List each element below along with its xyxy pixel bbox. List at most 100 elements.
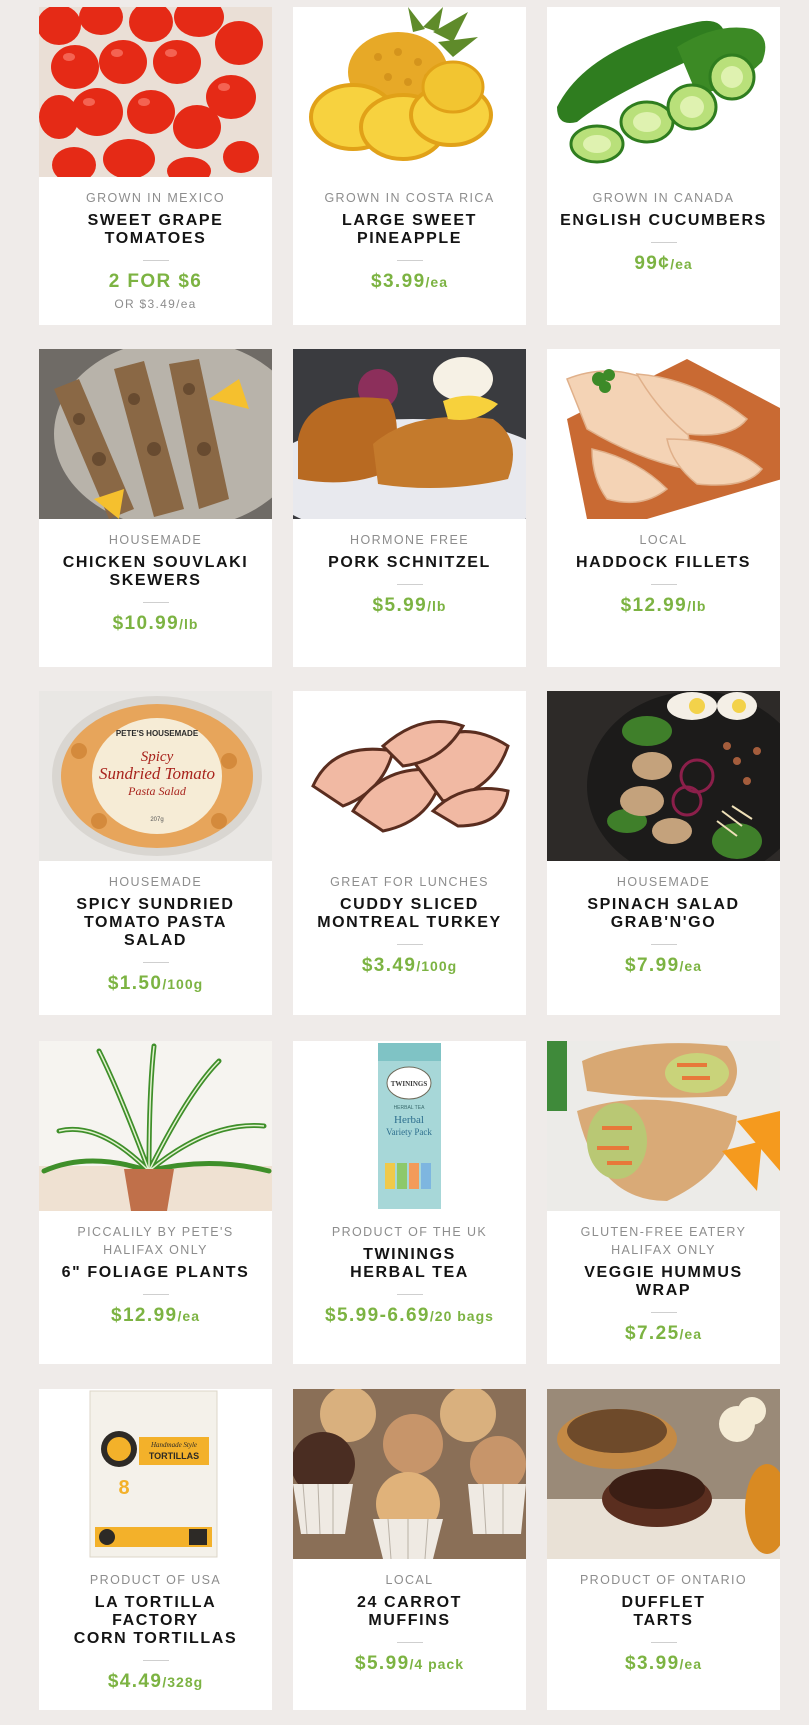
pasta-label-weight: 207g (150, 817, 163, 823)
product-info: Great for Lunches CUDDY SLICED MONTREAL … (293, 861, 526, 987)
price-unit: /ea (679, 1656, 702, 1672)
price-value: 99¢ (634, 253, 671, 274)
product-card[interactable]: Housemade CHICKEN SOUVLAKI SKEWERS $10.9… (39, 349, 272, 667)
price-value: $7.99 (624, 955, 680, 976)
pasta-salad-image[interactable]: PETE'S HOUSEMADE Spicy Sundried Tomato P… (39, 691, 272, 861)
product-origin: Product of the UK (331, 1225, 488, 1239)
spinach-salad-image[interactable] (547, 691, 780, 861)
product-name: SWEET GRAPE TOMATOES (87, 212, 224, 247)
divider (650, 242, 677, 243)
product-card[interactable]: Grown in Canada ENGLISH CUCUMBERS 99¢/ea (547, 7, 780, 325)
tarts-image[interactable] (547, 1389, 780, 1559)
price-value: $4.49 (107, 1671, 163, 1692)
price-unit: /lb (687, 598, 707, 614)
product-price: $10.99/lb (47, 613, 264, 635)
price-unit: /ea (679, 1326, 702, 1342)
product-origin: Grown in Canada (592, 191, 735, 205)
product-card[interactable]: Local 24 CARROT MUFFINS $5.99/4 pack (293, 1389, 526, 1710)
product-card[interactable]: TWININGS HERBAL TEA Herbal Variety Pack … (293, 1041, 526, 1364)
tea-label-brand: TWININGS (391, 1080, 428, 1088)
product-origin: Housemade (108, 533, 203, 547)
product-info: Local HADDOCK FILLETS $12.99/lb (547, 519, 780, 627)
product-origin-note: Halifax Only (103, 1243, 208, 1257)
product-name: HADDOCK FILLETS (575, 554, 752, 571)
product-card[interactable]: Product of Ontario DUFFLET TARTS $3.99/e… (547, 1389, 780, 1710)
tea-label-line3: Variety Pack (386, 1127, 432, 1137)
price-unit: /lb (179, 616, 199, 632)
product-card[interactable]: PETE'S HOUSEMADE Spicy Sundried Tomato P… (39, 691, 272, 1015)
divider (142, 962, 169, 963)
product-info: Product of the UK TWININGS HERBAL TEA $5… (293, 1211, 526, 1337)
price-note: OR $3.49/ea (114, 297, 197, 311)
product-card[interactable]: Piccalily by Pete's Halifax Only 6" FOLI… (39, 1041, 272, 1364)
product-name: 6" FOLIAGE PLANTS (61, 1264, 250, 1281)
divider (396, 260, 423, 261)
product-name: PORK SCHNITZEL (328, 554, 491, 571)
product-origin: Local (385, 1573, 434, 1587)
plant-image[interactable] (39, 1041, 272, 1211)
product-card[interactable]: Grown in Mexico SWEET GRAPE TOMATOES 2 F… (39, 7, 272, 325)
price-value: $7.25 (624, 1323, 680, 1344)
divider (650, 1312, 677, 1313)
product-price: $5.99-6.69/20 bags (301, 1305, 518, 1327)
product-name: SPICY SUNDRIED TOMATO PASTA SALAD (76, 896, 235, 949)
product-name: LA TORTILLA FACTORY CORN TORTILLAS (73, 1594, 238, 1647)
pasta-label-line3: Pasta Salad (127, 784, 187, 798)
product-origin: Hormone Free (350, 533, 469, 547)
price-value: $1.50 (107, 973, 163, 994)
grape-tomatoes-image[interactable] (39, 7, 272, 177)
price-unit: /ea (670, 256, 693, 272)
cucumber-image[interactable] (547, 7, 780, 177)
product-price: $5.99/lb (301, 595, 518, 617)
product-origin: Grown in Mexico (85, 191, 226, 205)
product-info: Housemade SPICY SUNDRIED TOMATO PASTA SA… (39, 861, 272, 1005)
divider (142, 1660, 169, 1661)
price-value: $12.99 (111, 1305, 178, 1326)
price-value: $3.49 (361, 955, 417, 976)
tortillas-image[interactable]: Handmade Style TORTILLAS 8 (39, 1389, 272, 1559)
product-info: Piccalily by Pete's Halifax Only 6" FOLI… (39, 1211, 272, 1337)
product-card[interactable]: Housemade SPINACH SALAD GRAB'N'GO $7.99/… (547, 691, 780, 1015)
price-unit: /ea (679, 958, 702, 974)
price-unit: /328g (162, 1674, 204, 1690)
price-value: $3.99 (624, 1653, 680, 1674)
product-price: $3.99/ea (555, 1653, 772, 1675)
product-info: Local 24 CARROT MUFFINS $5.99/4 pack (293, 1559, 526, 1685)
product-name: 24 CARROT MUFFINS (356, 1594, 463, 1629)
product-origin-note: Halifax Only (611, 1243, 716, 1257)
product-name: LARGE SWEET PINEAPPLE (342, 212, 477, 247)
product-name: SPINACH SALAD GRAB'N'GO (587, 896, 740, 931)
product-origin: Great for Lunches (330, 875, 489, 889)
product-card[interactable]: Local HADDOCK FILLETS $12.99/lb (547, 349, 780, 667)
product-price: $1.50/100g (47, 973, 264, 995)
price-unit: /4 pack (409, 1656, 465, 1672)
product-card[interactable]: Grown in Costa Rica LARGE SWEET PINEAPPL… (293, 7, 526, 325)
tea-box-image[interactable]: TWININGS HERBAL TEA Herbal Variety Pack (293, 1041, 526, 1211)
product-info: Gluten-Free Eatery Halifax Only VEGGIE H… (547, 1211, 780, 1355)
divider (396, 944, 423, 945)
pineapple-image[interactable] (293, 7, 526, 177)
price-value: $3.99 (370, 271, 426, 292)
haddock-image[interactable] (547, 349, 780, 519)
product-card[interactable]: Hormone Free PORK SCHNITZEL $5.99/lb (293, 349, 526, 667)
product-card[interactable]: Handmade Style TORTILLAS 8 Product of US… (39, 1389, 272, 1710)
muffins-image[interactable] (293, 1389, 526, 1559)
product-name: DUFFLET TARTS (621, 1594, 706, 1629)
turkey-image[interactable] (293, 691, 526, 861)
product-origin: Housemade (108, 875, 203, 889)
product-card[interactable]: Gluten-Free Eatery Halifax Only VEGGIE H… (547, 1041, 780, 1364)
price-value: $12.99 (620, 595, 688, 616)
product-info: Grown in Mexico SWEET GRAPE TOMATOES 2 F… (39, 177, 272, 321)
souvlaki-image[interactable] (39, 349, 272, 519)
schnitzel-image[interactable] (293, 349, 526, 519)
wrap-image[interactable] (547, 1041, 780, 1211)
product-origin: Grown in Costa Rica (324, 191, 495, 205)
product-price: 2 FOR $6 (47, 271, 264, 293)
product-card[interactable]: Great for Lunches CUDDY SLICED MONTREAL … (293, 691, 526, 1015)
product-grid: Grown in Mexico SWEET GRAPE TOMATOES 2 F… (39, 7, 783, 1710)
product-name: CHICKEN SOUVLAKI SKEWERS (62, 554, 249, 589)
tortilla-label-line2: TORTILLAS (149, 1451, 199, 1461)
product-info: Grown in Canada ENGLISH CUCUMBERS 99¢/ea (547, 177, 780, 285)
product-info: Housemade SPINACH SALAD GRAB'N'GO $7.99/… (547, 861, 780, 987)
divider (396, 1294, 423, 1295)
